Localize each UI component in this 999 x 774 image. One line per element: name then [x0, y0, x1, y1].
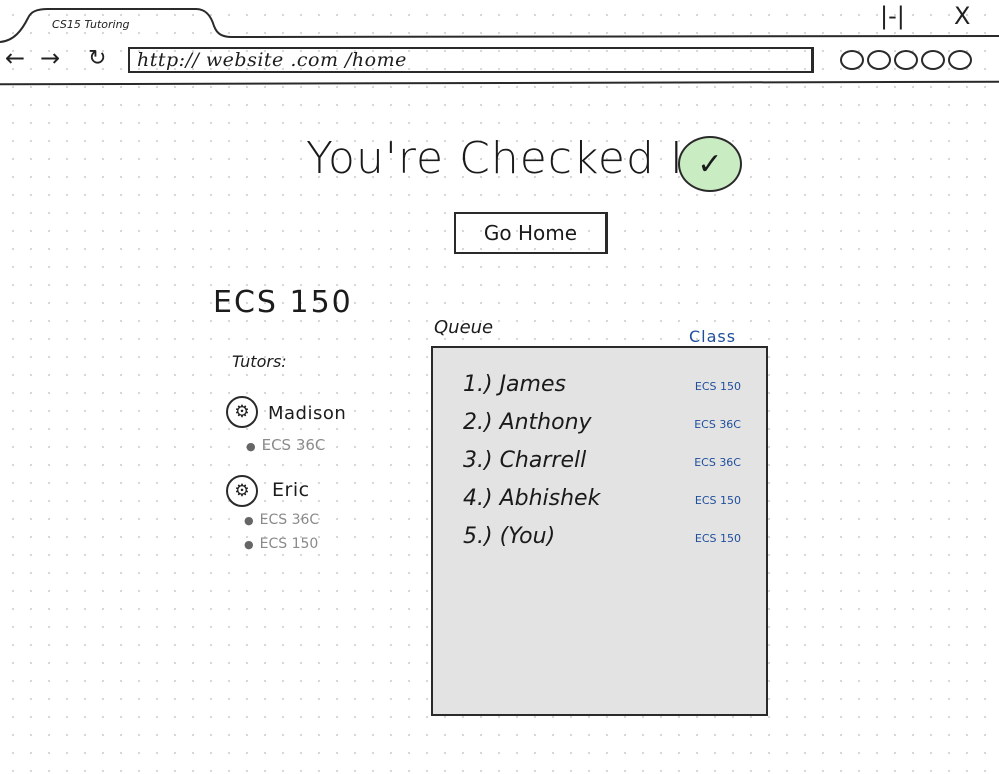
list-item: 1.) James ECS 150	[463, 372, 753, 402]
back-arrow-icon[interactable]: ←	[5, 46, 25, 70]
queue-list: 1.) James ECS 150 2.) Anthony ECS 36C 3.…	[431, 346, 768, 716]
class-column-header: Class	[689, 327, 737, 346]
extension-circle-icon[interactable]	[948, 50, 972, 70]
go-home-button[interactable]: Go Home	[454, 212, 608, 254]
address-bar[interactable]: http:// website .com /home	[128, 47, 814, 73]
page-title: You're Checked In!	[306, 133, 732, 184]
tutor-name: Madison	[268, 403, 347, 424]
queue-entry: 3.) Charrell	[463, 448, 587, 473]
list-item: 3.) Charrell ECS 36C	[463, 448, 753, 478]
tutor-course: ● ECS 150	[244, 536, 319, 552]
avatar: ⚙	[226, 396, 258, 428]
queue-entry: 4.) Abhishek	[463, 486, 601, 511]
avatar: ⚙	[226, 475, 258, 507]
forward-arrow-icon[interactable]: →	[40, 46, 60, 70]
window-controls[interactable]: |-|	[880, 2, 905, 30]
queue-entry-class: ECS 36C	[694, 456, 741, 469]
extension-circle-icon[interactable]	[867, 50, 891, 70]
tutor-name: Eric	[272, 479, 310, 501]
extension-circle-icon[interactable]	[894, 50, 918, 70]
extension-icons	[840, 50, 972, 70]
list-item: 4.) Abhishek ECS 150	[463, 486, 753, 516]
tutor-course: ● ECS 36C	[246, 436, 326, 454]
course-title: ECS 150	[213, 285, 353, 320]
queue-entry-class: ECS 150	[694, 532, 741, 545]
close-icon[interactable]: X	[954, 2, 970, 30]
queue-entry-class: ECS 36C	[694, 418, 741, 431]
queue-entry-class: ECS 150	[694, 494, 741, 507]
extension-circle-icon[interactable]	[840, 50, 864, 70]
tab-title: CS15 Tutoring	[52, 18, 130, 31]
queue-entry: 2.) Anthony	[463, 410, 592, 435]
queue-entry-class: ECS 150	[694, 380, 741, 393]
tutor-course: ● ECS 36C	[244, 512, 320, 528]
tutors-label: Tutors:	[232, 352, 287, 371]
refresh-icon[interactable]: ↻	[88, 48, 106, 70]
extension-circle-icon[interactable]	[921, 50, 945, 70]
browser-tab[interactable]	[0, 0, 999, 90]
queue-label: Queue	[434, 317, 494, 338]
queue-entry: 1.) James	[463, 372, 566, 397]
list-item: 2.) Anthony ECS 36C	[463, 410, 753, 440]
checkmark-icon: ✓	[678, 136, 742, 192]
queue-entry: 5.) (You)	[463, 524, 556, 549]
list-item: 5.) (You) ECS 150	[463, 524, 753, 554]
